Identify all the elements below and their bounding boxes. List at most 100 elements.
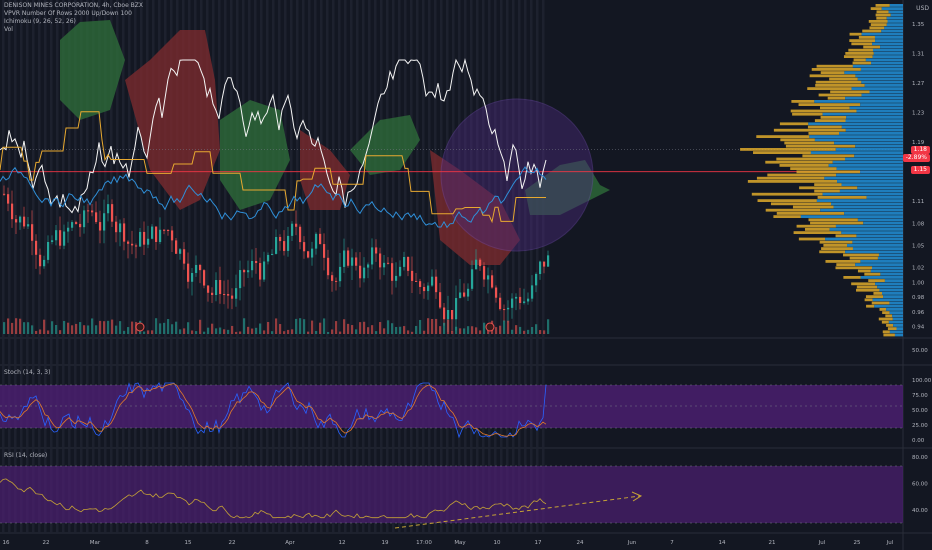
chart-canvas[interactable]: 1.351.311.271.231.191.151.111.081.051.02… bbox=[0, 0, 932, 550]
candle-body bbox=[399, 266, 402, 276]
volume-bar bbox=[447, 319, 450, 334]
volume-bar bbox=[271, 331, 274, 334]
session-stripe bbox=[296, 0, 299, 533]
volume-profile-down bbox=[807, 125, 842, 129]
session-stripe bbox=[374, 0, 377, 533]
volume-bar bbox=[495, 327, 498, 334]
volume-profile-up bbox=[861, 80, 903, 84]
volume-profile-up bbox=[852, 247, 903, 250]
ichimoku-cloud bbox=[60, 20, 125, 120]
volume-profile-up bbox=[855, 144, 903, 148]
candle-body bbox=[183, 249, 186, 264]
volume-profile-down bbox=[879, 308, 887, 311]
candle-body bbox=[107, 204, 110, 214]
volume-bar bbox=[3, 322, 6, 334]
session-stripe bbox=[446, 0, 449, 533]
event-marker bbox=[135, 322, 145, 332]
candle-body bbox=[467, 288, 470, 297]
candle-body bbox=[155, 226, 158, 242]
candle-body bbox=[391, 263, 394, 281]
volume-bar bbox=[235, 331, 238, 334]
volume-bar bbox=[107, 320, 110, 334]
volume-profile-up bbox=[845, 128, 903, 132]
candle-body bbox=[387, 262, 390, 264]
volume-profile-up bbox=[861, 93, 903, 97]
candle-body bbox=[291, 223, 294, 236]
session-stripe bbox=[314, 0, 317, 533]
volume-bar bbox=[35, 330, 38, 334]
volume-bar bbox=[335, 321, 338, 334]
volume-profile-up bbox=[856, 109, 903, 113]
volume-profile-down bbox=[835, 266, 873, 270]
candle-body bbox=[527, 298, 530, 302]
candle-body bbox=[295, 223, 298, 227]
candle-body bbox=[299, 226, 302, 243]
volume-profile-down bbox=[868, 20, 888, 23]
volume-profile-down bbox=[756, 176, 825, 180]
volume-profile-down bbox=[753, 151, 811, 154]
volume-profile-up bbox=[889, 330, 903, 334]
candle-body bbox=[115, 221, 118, 233]
volume-bar bbox=[511, 329, 514, 334]
volume-profile-up bbox=[887, 20, 903, 23]
volume-bar bbox=[75, 323, 78, 334]
volume-profile-up bbox=[893, 324, 903, 327]
candle-body bbox=[163, 229, 166, 231]
candle-body bbox=[487, 275, 490, 280]
volume-profile-down bbox=[814, 183, 842, 186]
candle-body bbox=[179, 249, 182, 254]
candle-body bbox=[215, 280, 218, 295]
candle-body bbox=[307, 251, 310, 258]
volume-bar bbox=[195, 331, 198, 334]
volume-profile-down bbox=[799, 186, 858, 190]
volume-profile-down bbox=[882, 311, 890, 314]
volume-profile-down bbox=[887, 327, 897, 330]
volume-profile-up bbox=[873, 52, 903, 55]
volume-profile-up bbox=[800, 215, 903, 218]
volume-profile-up bbox=[880, 272, 903, 276]
stoch-legend: Stoch (14, 3, 3) bbox=[4, 369, 50, 377]
volume-profile-down bbox=[829, 77, 858, 81]
volume-bar bbox=[223, 329, 226, 334]
volume-bar bbox=[147, 330, 150, 334]
price-tick-label: 1.27 bbox=[912, 81, 925, 87]
price-tick-label: 1.31 bbox=[912, 52, 924, 58]
candle-body bbox=[339, 266, 342, 282]
volume-profile-down bbox=[866, 304, 875, 308]
session-stripe bbox=[272, 0, 275, 533]
annotation-circle bbox=[440, 98, 594, 252]
session-stripe bbox=[284, 0, 287, 533]
volume-bar bbox=[51, 321, 54, 334]
volume-profile-up bbox=[881, 7, 903, 10]
volume-bar bbox=[347, 323, 350, 334]
price-tick-label: 1.08 bbox=[912, 221, 925, 227]
candle-body bbox=[79, 223, 82, 228]
volume-profile-down bbox=[816, 64, 853, 68]
session-stripe bbox=[494, 0, 497, 533]
volume-profile-down bbox=[802, 154, 855, 158]
candle-body bbox=[459, 292, 462, 299]
vpvr-label: VPVR Number Of Rows 2000 Up/Down 100 bbox=[4, 10, 132, 17]
volume-profile-down bbox=[796, 170, 861, 174]
volume-profile-down bbox=[814, 189, 840, 193]
price-line-tag: 1.15 bbox=[910, 166, 930, 174]
ichimoku-cloud bbox=[125, 30, 220, 210]
volume-bar bbox=[283, 331, 286, 334]
candle-body bbox=[259, 263, 262, 280]
volume-bar bbox=[71, 325, 74, 334]
volume-bar bbox=[439, 326, 442, 334]
volume-profile-up bbox=[860, 276, 903, 279]
volume-bar bbox=[123, 330, 126, 334]
candle-body bbox=[135, 245, 138, 247]
candle-body bbox=[447, 310, 450, 320]
volume-profile-down bbox=[848, 48, 873, 52]
candle-body bbox=[239, 270, 242, 289]
volume-profile-up bbox=[820, 208, 903, 212]
candle-body bbox=[283, 241, 286, 251]
volume-profile-up bbox=[851, 87, 903, 90]
volume-profile-down bbox=[810, 221, 864, 225]
volume-profile-down bbox=[804, 228, 830, 231]
candle-body bbox=[539, 261, 542, 275]
candle-body bbox=[371, 247, 374, 265]
candle-body bbox=[423, 286, 426, 292]
